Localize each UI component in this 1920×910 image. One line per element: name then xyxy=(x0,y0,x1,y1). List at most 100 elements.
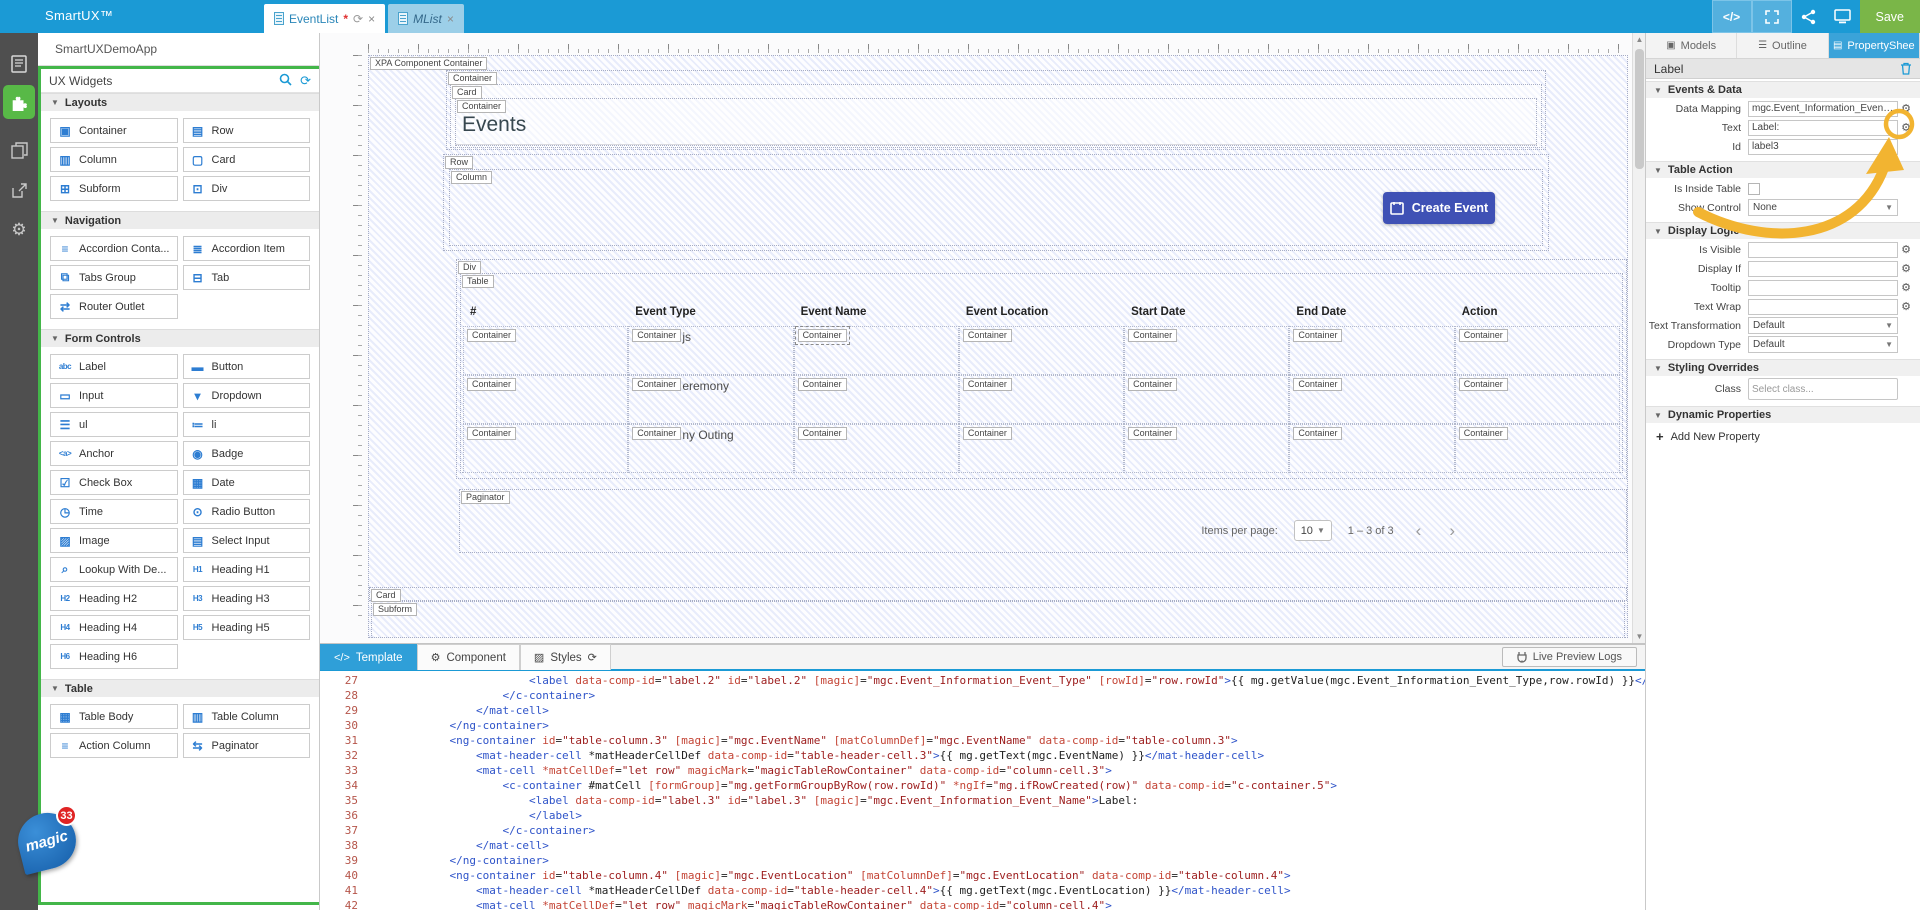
table-chip[interactable]: Table xyxy=(462,275,494,288)
section-table-action[interactable]: ▼ Table Action xyxy=(1646,161,1920,178)
widget-tile-router-outlet[interactable]: ⇄ Router Outlet xyxy=(50,294,178,319)
tab-close-icon[interactable]: × xyxy=(447,12,454,26)
doc-tab-eventlist[interactable]: EventList * ⟳ × xyxy=(264,4,386,33)
widget-tile-action-column[interactable]: ≡ Action Column xyxy=(50,733,178,758)
column-chip[interactable]: Column xyxy=(451,171,493,184)
table-header-action[interactable]: Action xyxy=(1455,301,1620,326)
container-chip[interactable]: Container xyxy=(448,72,498,85)
container-chip[interactable]: Container xyxy=(632,329,682,342)
widget-tile-badge[interactable]: ◉ Badge xyxy=(182,441,310,466)
table-header-start-date[interactable]: Start Date xyxy=(1124,301,1289,326)
pages-nav-button[interactable] xyxy=(0,133,38,167)
forms-nav-button[interactable] xyxy=(0,47,38,81)
canvas-table-cell[interactable]: Container xyxy=(1454,375,1620,424)
refresh-icon[interactable]: ⟳ xyxy=(588,651,597,664)
widget-tile-column[interactable]: ▥ Column xyxy=(50,147,178,172)
container-chip[interactable]: Container xyxy=(794,326,850,345)
section-dynamic-properties[interactable]: ▼ Dynamic Properties xyxy=(1646,406,1920,423)
widgets-nav-button[interactable] xyxy=(3,85,35,119)
show-control-select[interactable]: None ▼ xyxy=(1748,199,1898,216)
card-chip[interactable]: Card xyxy=(452,86,482,99)
next-page-button[interactable]: › xyxy=(1443,521,1461,541)
div-chip[interactable]: Div xyxy=(458,261,481,274)
widget-section-table[interactable]: ▼ Table xyxy=(41,679,319,697)
widget-tile-lookup-with-de[interactable]: ⌕ Lookup With De... xyxy=(50,557,178,582)
delete-control-icon[interactable] xyxy=(1900,62,1912,75)
widget-tile-radio-button[interactable]: ⊙ Radio Button xyxy=(182,499,310,524)
widget-tile-anchor[interactable]: <a> Anchor xyxy=(50,441,178,466)
code-line[interactable]: 38 </mat-cell> xyxy=(320,838,1645,853)
widget-tile-button[interactable]: ▬ Button xyxy=(182,354,310,379)
code-line[interactable]: 37 </c-container> xyxy=(320,823,1645,838)
gear-icon[interactable]: ⚙ xyxy=(1898,102,1914,115)
inspector-tab-models[interactable]: ▣ Models xyxy=(1646,33,1738,58)
container-chip[interactable]: Container xyxy=(632,427,682,440)
widget-tile-table-body[interactable]: ▦ Table Body xyxy=(50,704,178,729)
widget-tile-container[interactable]: ▣ Container xyxy=(50,118,178,143)
canvas-table-cell[interactable]: Container eremony xyxy=(628,375,794,424)
widget-tile-subform[interactable]: ⊞ Subform xyxy=(50,176,178,201)
widget-tile-accordion-conta[interactable]: ≡ Accordion Conta... xyxy=(50,236,178,261)
section-events-data[interactable]: ▼ Events & Data xyxy=(1646,81,1920,98)
code-tab-component[interactable]: ⚙ Component xyxy=(416,644,520,670)
widget-tile-div[interactable]: ⊡ Div xyxy=(182,176,310,201)
container-chip[interactable]: Container xyxy=(467,329,517,342)
dropdown-type-select[interactable]: Default ▼ xyxy=(1748,336,1898,353)
table-header-end-date[interactable]: End Date xyxy=(1289,301,1454,326)
design-canvas[interactable]: XPA Component Container Container Card C… xyxy=(320,33,1632,643)
paginator-region[interactable]: Paginator Items per page: 10 ▼ 1 – 3 of … xyxy=(459,489,1627,553)
app-name[interactable]: SmartUXDemoApp xyxy=(38,33,319,66)
code-line[interactable]: 41 <mat-header-cell *matHeaderCellDef da… xyxy=(320,883,1645,898)
inspector-tab-propertyshee[interactable]: ▤ PropertyShee xyxy=(1828,33,1920,58)
code-line[interactable]: 35 <label data-comp-id="label.3" id="lab… xyxy=(320,793,1645,808)
toolbar-column[interactable]: Column Create Event xyxy=(449,169,1543,246)
id-field[interactable]: label3 xyxy=(1748,138,1898,155)
events-table[interactable]: Table # Event Type Event Name Event Locatio… xyxy=(460,273,1623,473)
code-line[interactable]: 33 <mat-cell *matCellDef="let row" magic… xyxy=(320,763,1645,778)
magic-logo[interactable]: magic 33 xyxy=(12,805,86,876)
canvas-table-cell[interactable]: Container xyxy=(1124,326,1290,375)
code-tab-styles[interactable]: ▨ Styles ⟳ xyxy=(519,644,611,670)
canvas-table-cell[interactable]: Container xyxy=(1454,424,1620,473)
container-chip[interactable]: Container xyxy=(1128,378,1178,391)
tab-close-icon[interactable]: × xyxy=(368,12,375,26)
container-chip[interactable]: Container xyxy=(457,100,507,113)
widget-tile-paginator[interactable]: ⇆ Paginator xyxy=(182,733,310,758)
code-line[interactable]: 40 <ng-container id="table-column.4" [ma… xyxy=(320,868,1645,883)
canvas-table-cell[interactable]: Container xyxy=(958,375,1125,424)
create-event-button[interactable]: Create Event xyxy=(1383,192,1495,224)
events-card[interactable]: Card Container Events xyxy=(450,84,1542,148)
section-styling-overrides[interactable]: ▼ Styling Overrides xyxy=(1646,359,1920,376)
code-line[interactable]: 42 <mat-cell *matCellDef="let row" magic… xyxy=(320,898,1645,910)
widget-tile-row[interactable]: ▤ Row xyxy=(182,118,310,143)
canvas-table-cell[interactable]: Container xyxy=(1289,326,1455,375)
canvas-table-cell[interactable]: Container xyxy=(958,424,1125,473)
scrollbar-thumb[interactable] xyxy=(1635,49,1644,169)
code-line[interactable]: 30 </ng-container> xyxy=(320,718,1645,733)
display-if-field[interactable] xyxy=(1748,260,1898,277)
canvas-table-cell[interactable]: Container xyxy=(793,375,959,424)
widget-tile-time[interactable]: ◷ Time xyxy=(50,499,178,524)
text-wrap-field[interactable] xyxy=(1748,298,1898,315)
table-header-event-name[interactable]: Event Name xyxy=(794,301,959,326)
widget-tile-heading-h5[interactable]: H5 Heading H5 xyxy=(182,615,310,640)
code-line[interactable]: 28 </c-container> xyxy=(320,688,1645,703)
container-chip[interactable]: Container xyxy=(1458,378,1508,391)
is-visible-field[interactable] xyxy=(1748,241,1898,258)
container-chip[interactable]: Container xyxy=(797,378,847,391)
is-inside-table-checkbox[interactable] xyxy=(1748,182,1760,195)
container-chip[interactable]: Container xyxy=(797,427,847,440)
canvas-table-cell[interactable]: Container xyxy=(1289,375,1455,424)
widget-tile-image[interactable]: ▨ Image xyxy=(50,528,178,553)
widget-tile-dropdown[interactable]: ▾ Dropdown xyxy=(182,383,310,408)
share-button[interactable] xyxy=(1792,0,1826,33)
publish-nav-button[interactable] xyxy=(0,173,38,207)
events-heading-container[interactable]: Container Events xyxy=(455,98,1537,146)
table-div[interactable]: Div Table # Event Type Event Name Event Loc… xyxy=(456,259,1627,479)
container-chip[interactable]: Container xyxy=(1128,329,1178,342)
canvas-table-cell[interactable]: Container xyxy=(1124,424,1290,473)
widget-tile-heading-h2[interactable]: H2 Heading H2 xyxy=(50,586,178,611)
widget-tile-heading-h4[interactable]: H4 Heading H4 xyxy=(50,615,178,640)
widget-section-form-controls[interactable]: ▼ Form Controls xyxy=(41,329,319,347)
canvas-table-cell[interactable]: Container xyxy=(463,326,629,375)
